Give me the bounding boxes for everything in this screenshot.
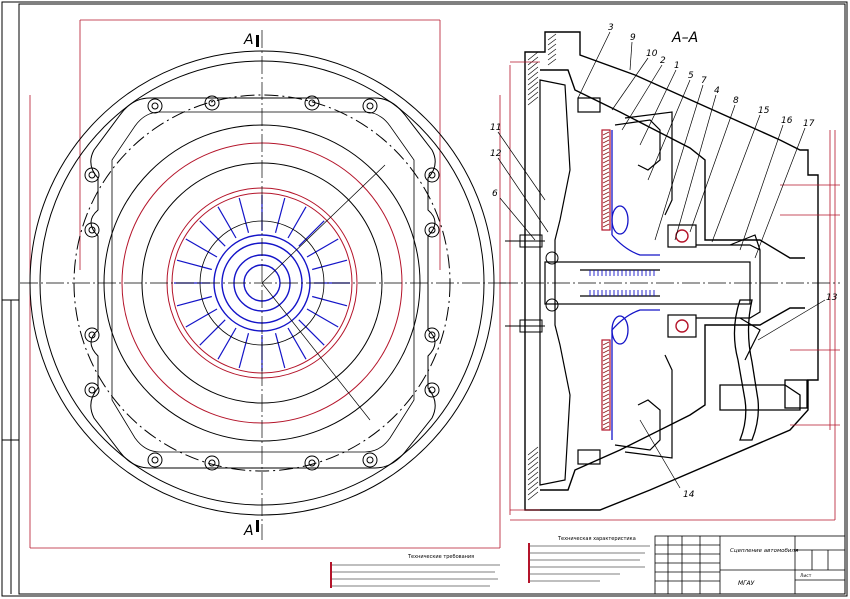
spring-finger (306, 238, 339, 258)
spec-center-title: Техническая характеристика (557, 536, 636, 542)
spring-finger (287, 206, 307, 239)
spring-finger (274, 197, 286, 233)
spring-finger (199, 319, 226, 346)
specification-block: Техническая характеристика (528, 536, 650, 583)
spring-finger (306, 308, 339, 328)
friction-linings (602, 131, 610, 430)
spring-finger (274, 333, 286, 369)
callout-11: 11 (490, 123, 501, 133)
spring-finger (176, 259, 212, 271)
callout-10: 10 (646, 49, 658, 59)
notes-left-title: Технические требования (407, 554, 474, 560)
spring-finger (238, 333, 250, 369)
spring-finger (176, 295, 212, 307)
section-title: А–А (671, 30, 698, 46)
housing-hatching (527, 33, 557, 501)
drawing-frame (1, 1, 848, 597)
spring-finger (217, 327, 237, 360)
callout-2: 2 (660, 56, 666, 66)
cad-drawing-sheet: А А 39102 15 7481516 17111261314 А–А Тех… (1, 1, 848, 597)
stamp-title: Сцепление автомобиля (730, 548, 799, 554)
callout-6: 6 (492, 189, 498, 199)
spring-finger (185, 238, 218, 258)
technical-requirements-block: Технические требования (330, 554, 500, 588)
callout-13: 13 (826, 293, 838, 303)
spring-finger (185, 308, 218, 328)
spring-finger (312, 295, 348, 307)
callout-3: 3 (608, 23, 614, 33)
callout-14: 14 (683, 490, 695, 500)
callout-15: 15 (758, 106, 770, 116)
stamp-company: МГАУ (738, 580, 755, 587)
spring-finger (199, 220, 226, 247)
cut-label-bottom: А (243, 523, 254, 539)
spring-finger (238, 197, 250, 233)
callout-16: 16 (781, 116, 793, 126)
callout-7: 7 (701, 76, 707, 86)
spring-finger (217, 206, 237, 239)
callout-17: 17 (803, 119, 815, 129)
spring-finger (298, 220, 325, 247)
cut-label-top: А (243, 32, 254, 48)
callout-12: 12 (490, 149, 502, 159)
callout-9: 9 (630, 33, 636, 43)
callout-4: 4 (714, 86, 720, 96)
callout-5: 5 (688, 71, 694, 81)
spring-finger (298, 319, 325, 346)
callout-1: 1 (674, 61, 680, 71)
spring-finger (287, 327, 307, 360)
spring-finger (312, 259, 348, 271)
section-view: 39102 15 7481516 17111261314 А–А (490, 23, 840, 521)
callout-8: 8 (733, 96, 739, 106)
front-view: А А (20, 19, 510, 549)
stamp-sheet: Лист (800, 573, 812, 579)
